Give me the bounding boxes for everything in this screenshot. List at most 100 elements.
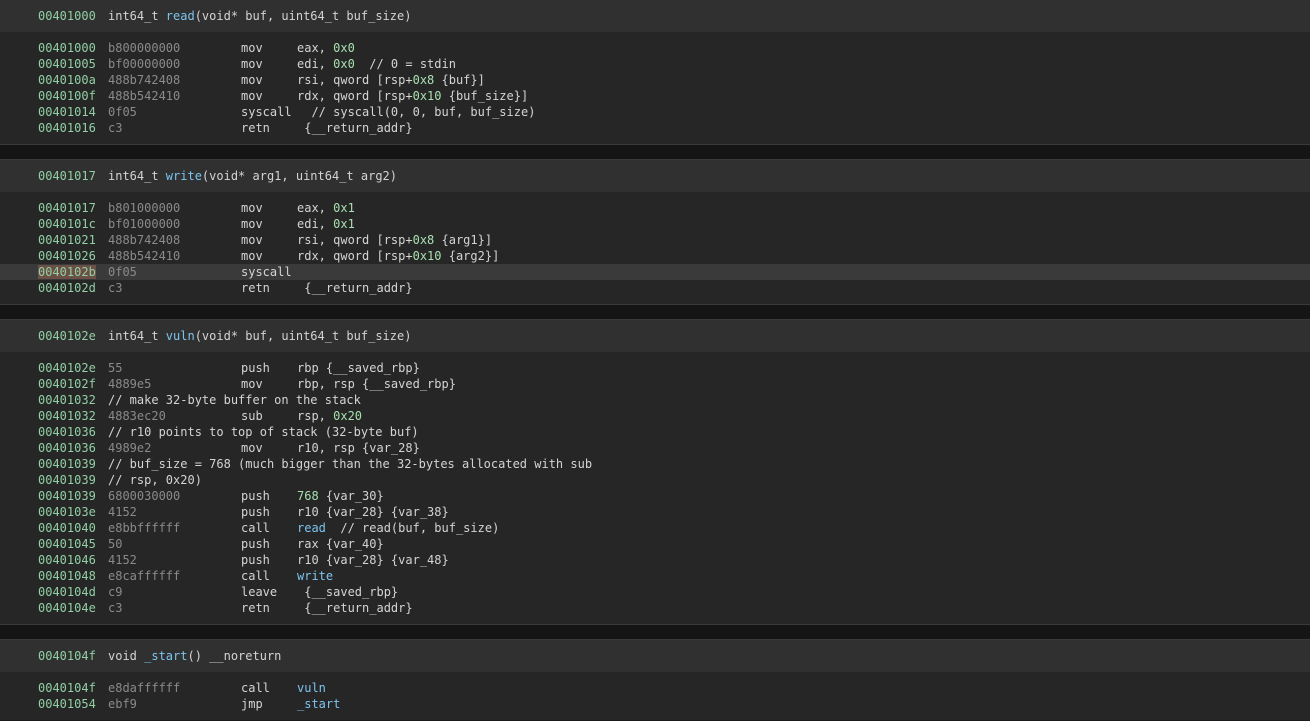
instruction-line[interactable]: 00401048 e8caffffff call write [0,568,1310,584]
instruction-line[interactable]: 00401045 50 push rax {var_40} [0,536,1310,552]
function-header[interactable]: 0040104f void _start() __noreturn [0,640,1310,672]
instruction-address[interactable]: 00401032 [38,408,96,424]
operand-text: {buf_size}] [441,89,529,103]
function-address[interactable]: 00401000 [38,9,108,23]
comment-line[interactable]: 00401032 // make 32-byte buffer on the st… [0,392,1310,408]
function-name[interactable]: read [166,9,195,23]
instruction-line[interactable]: 00401032 4883ec20 sub rsp, 0x20 [0,408,1310,424]
instruction-line[interactable]: 00401014 0f05 syscall // syscall(0, 0, buf… [0,104,1310,120]
instruction-line[interactable]: 0040102b 0f05 syscall [0,264,1310,280]
instruction-address[interactable]: 0040101c [38,216,96,232]
instruction-line[interactable]: 0040103e 4152 push r10 {var_28} {var_38} [0,504,1310,520]
instruction-line[interactable]: 00401040 e8bbffffff call read // read(buf, … [0,520,1310,536]
instruction-line[interactable]: 00401021 488b742408 mov rsi, qword [rsp+0x8… [0,232,1310,248]
operand-number: 0x8 [412,233,435,247]
instruction-address[interactable]: 0040104f [38,680,96,696]
instruction-address[interactable]: 0040102e [38,360,96,376]
instruction-line[interactable]: 0040102e 55 push rbp {__saved_rbp} [0,360,1310,376]
comment-line[interactable]: 00401039 // buf_size = 768 (much bigger t… [0,456,1310,472]
instruction-line[interactable]: 0040101c bf01000000 mov edi, 0x1 [0,216,1310,232]
instruction-bytes: e8caffffff [108,569,181,583]
instruction-line[interactable]: 00401054 ebf9 jmp _start [0,696,1310,712]
function-address[interactable]: 00401017 [38,169,108,183]
instruction-address[interactable]: 00401036 [38,424,96,440]
comment-line[interactable]: 00401036 // r10 points to top of stack (3… [0,424,1310,440]
operand-number: 0x0 [333,41,355,55]
function-header[interactable]: 0040102e int64_t vuln (void* buf, uint64_t… [0,320,1310,352]
instruction-address[interactable]: 00401000 [38,40,96,56]
instruction-line[interactable]: 0040100a 488b742408 mov rsi, qword [rsp+0x8… [0,72,1310,88]
instruction-operands: rsp, 0x20 [297,408,362,424]
instruction-address[interactable]: 0040104e [38,600,96,616]
instruction-address[interactable]: 0040100a [38,72,96,88]
instruction-address[interactable]: 0040102b [38,264,96,280]
instruction-line[interactable]: 0040104f e8daffffff call vuln [0,680,1310,696]
instruction-address[interactable]: 00401039 [38,472,96,488]
instruction-address[interactable]: 0040102d [38,280,96,296]
instruction-line[interactable]: 00401005 bf00000000 mov edi, 0x0 // 0 = std… [0,56,1310,72]
instruction-address[interactable]: 00401005 [38,56,96,72]
instruction-address[interactable]: 0040100f [38,88,96,104]
function-return-type: int64_t [108,329,166,343]
instruction-line[interactable]: 0040100f 488b542410 mov rdx, qword [rsp+0x1… [0,88,1310,104]
operand-text: {__return_addr} [297,281,413,295]
operand-text: {var_30} [318,489,384,503]
instruction-address[interactable]: 0040102f [38,376,96,392]
function-return-type: int64_t [108,9,166,23]
instruction-address[interactable]: 00401021 [38,232,96,248]
operand-number: 0x20 [333,409,363,423]
instruction-line[interactable]: 0040104d c9 leave {__saved_rbp} [0,584,1310,600]
instruction-address[interactable]: 00401040 [38,520,96,536]
instruction-address[interactable]: 00401039 [38,488,96,504]
instruction-operands: {__return_addr} [297,600,412,616]
function-body: 00401017 b801000000 mov eax, 0x1 0040101c bf0… [0,192,1310,304]
function-name[interactable]: _start [144,649,187,663]
function-header[interactable]: 00401000 int64_t read (void* buf, uint64_t… [0,0,1310,32]
instruction-line[interactable]: 00401036 4989e2 mov r10, rsp {var_28} [0,440,1310,456]
instruction-line[interactable]: 00401026 488b542410 mov rdx, qword [rsp+0x1… [0,248,1310,264]
instruction-address[interactable]: 00401045 [38,536,96,552]
function-address[interactable]: 0040104f [38,649,108,663]
inline-comment: // 0 = stdin [354,57,456,71]
operand-function-ref[interactable]: write [297,569,333,583]
operand-text: r10, rsp {var_28} [297,441,420,455]
instruction-line[interactable]: 0040102f 4889e5 mov rbp, rsp {__saved_rbp} [0,376,1310,392]
instruction-address[interactable]: 00401017 [38,200,96,216]
instruction-address[interactable]: 00401039 [38,456,96,472]
instruction-line[interactable]: 00401039 6800030000 push 768 {var_30} [0,488,1310,504]
instruction-mnemonic: jmp [241,697,263,711]
operand-function-ref[interactable]: vuln [297,681,326,695]
instruction-address[interactable]: 00401036 [38,440,96,456]
instruction-address[interactable]: 00401016 [38,120,96,136]
instruction-bytes: e8bbffffff [108,521,181,535]
function-name[interactable]: write [166,169,202,183]
instruction-address[interactable]: 00401032 [38,392,96,408]
comment-line[interactable]: 00401039 // rsp, 0x20) [0,472,1310,488]
instruction-line[interactable]: 0040102d c3 retn {__return_addr} [0,280,1310,296]
function-block: 00401017 int64_t write (void* arg1, uint64… [0,159,1310,304]
instruction-bytes: 0f05 [108,105,137,119]
instruction-line[interactable]: 0040104e c3 retn {__return_addr} [0,600,1310,616]
instruction-address[interactable]: 00401046 [38,552,96,568]
function-address[interactable]: 0040102e [38,329,108,343]
instruction-address[interactable]: 0040103e [38,504,96,520]
instruction-address[interactable]: 00401014 [38,104,96,120]
instruction-bytes: 4889e5 [108,377,152,391]
instruction-line[interactable]: 00401016 c3 retn {__return_addr} [0,120,1310,136]
instruction-line[interactable]: 00401000 b800000000 mov eax, 0x0 [0,40,1310,56]
instruction-address[interactable]: 00401054 [38,696,96,712]
instruction-operands: rdx, qword [rsp+0x10 {buf_size}] [297,88,528,104]
instruction-address[interactable]: 0040104d [38,584,96,600]
instruction-address[interactable]: 00401048 [38,568,96,584]
operand-function-ref[interactable]: read [297,521,326,535]
operand-function-ref[interactable]: _start [297,697,340,711]
instruction-line[interactable]: 00401046 4152 push r10 {var_28} {var_48} [0,552,1310,568]
instruction-line[interactable]: 00401017 b801000000 mov eax, 0x1 [0,200,1310,216]
selected-address[interactable]: 0040102b [38,265,96,279]
instruction-address[interactable]: 00401026 [38,248,96,264]
function-name[interactable]: vuln [166,329,195,343]
function-header[interactable]: 00401017 int64_t write (void* arg1, uint64… [0,160,1310,192]
instruction-operands: read // read(buf, buf_size) [297,520,499,536]
inline-comment: // syscall(0, 0, buf, buf_size) [297,105,536,119]
disassembly-view[interactable]: 00401000 int64_t read (void* buf, uint64_t… [0,0,1310,721]
